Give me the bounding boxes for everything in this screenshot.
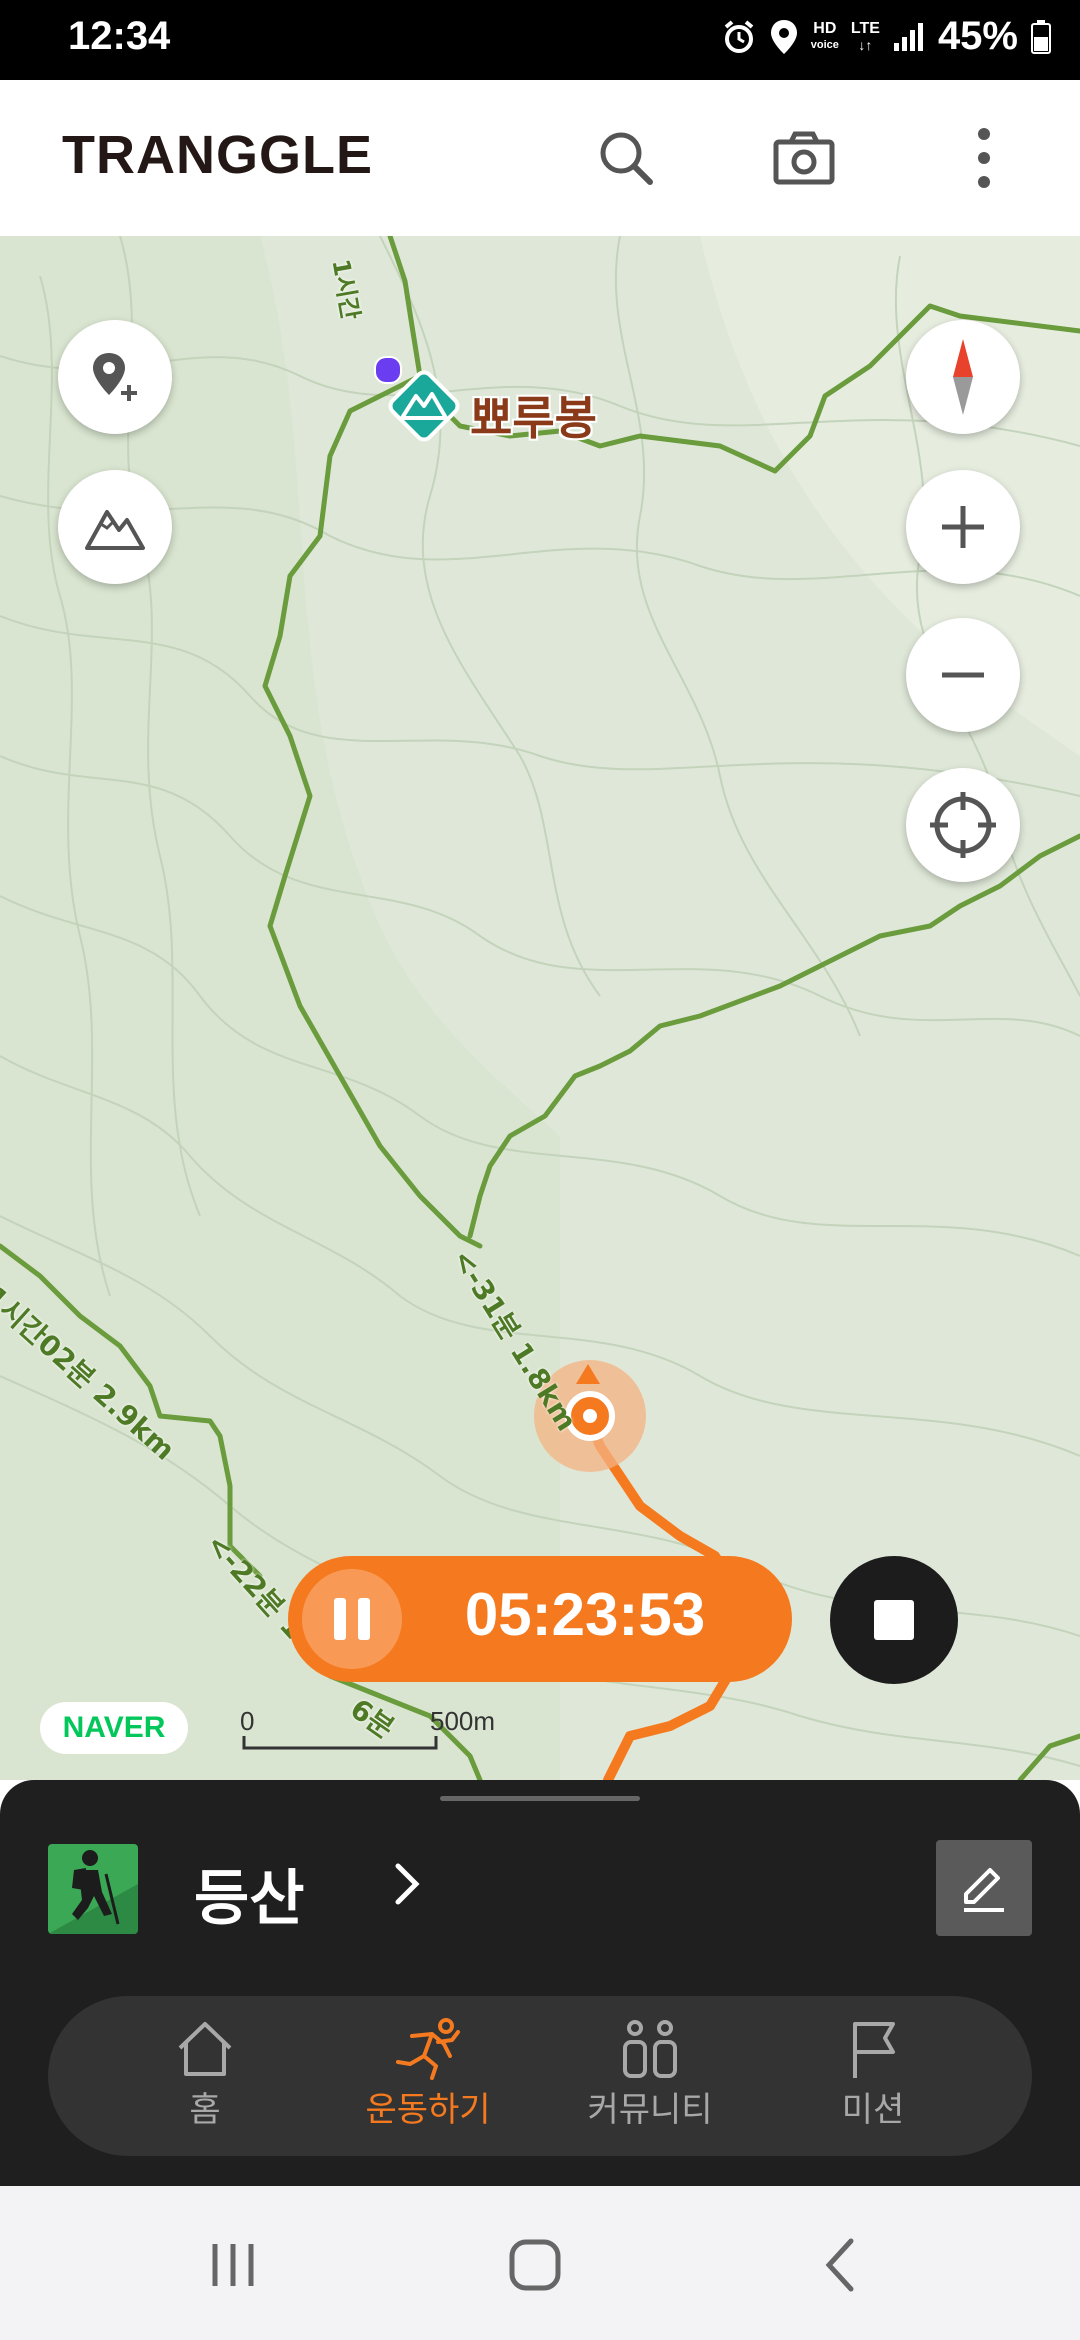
alarm-icon	[724, 19, 754, 53]
pause-button[interactable]	[302, 1569, 402, 1669]
nav-label-community: 커뮤니티	[587, 2090, 713, 2130]
activity-icon-box[interactable]	[48, 1844, 138, 1934]
map-view[interactable]: 1시간 <-31분 1.8km 1시간02분 2.9km <-22분 1. 6분…	[0, 236, 1080, 1780]
back-button[interactable]	[806, 2230, 876, 2300]
flag-icon	[853, 2022, 895, 2078]
hd-label: HD	[813, 19, 837, 37]
location-icon	[770, 19, 797, 54]
battery-percent: 45%	[937, 14, 1018, 58]
more-vertical-icon	[978, 128, 990, 188]
activity-chevron[interactable]	[392, 1862, 422, 1910]
zoom-out-button[interactable]	[906, 618, 1020, 732]
add-location-button[interactable]	[58, 320, 172, 434]
peak-name-label: 뾰루봉	[470, 391, 597, 445]
bottom-sheet: 등산 홈 운동하기 커뮤니티 미션	[0, 1780, 1080, 2186]
status-bar: 12:34 HD voice LTE ↓↑ 45%	[0, 0, 1080, 80]
lte-label: LTE	[850, 19, 880, 37]
elapsed-time: 05:23:53	[464, 1581, 706, 1648]
compass-button[interactable]	[906, 320, 1020, 434]
compass-icon	[953, 339, 973, 415]
running-icon	[396, 2018, 460, 2080]
app-logo: TRANGGLE	[62, 125, 373, 185]
stop-icon	[874, 1600, 914, 1640]
recents-icon	[212, 2244, 254, 2286]
nav-item-home[interactable]: 홈	[105, 2018, 305, 2138]
edit-icon	[964, 1868, 1004, 1912]
pause-icon	[334, 1598, 370, 1640]
recording-timer: 05:23:53	[288, 1556, 792, 1682]
nav-label-mission: 미션	[841, 2090, 905, 2130]
chevron-right-icon	[395, 1863, 420, 1905]
community-icon	[623, 2020, 677, 2078]
nav-item-community[interactable]: 커뮤니티	[550, 2018, 750, 2138]
map-scale: 0 500m	[240, 1706, 510, 1766]
home-nav-button[interactable]	[500, 2230, 570, 2300]
signal-icon	[893, 22, 923, 51]
home-icon	[178, 2022, 232, 2076]
hiking-icon	[48, 1850, 138, 1934]
search-icon	[600, 132, 653, 185]
add-location-icon	[93, 353, 137, 401]
zoom-in-icon	[942, 506, 984, 548]
stop-button[interactable]	[830, 1556, 958, 1684]
naver-attribution: NAVER	[40, 1702, 188, 1754]
peak-summit-badge	[374, 356, 402, 384]
home-circle-icon	[509, 2239, 561, 2291]
zoom-out-icon	[942, 672, 984, 678]
camera-button[interactable]	[764, 118, 844, 198]
nav-label-home: 홈	[189, 2090, 221, 2130]
status-icons: HD voice LTE ↓↑ 45%	[721, 14, 1052, 59]
system-nav-bar	[0, 2186, 1080, 2340]
recents-button[interactable]	[198, 2230, 268, 2300]
bottom-nav: 홈 운동하기 커뮤니티 미션	[48, 1996, 1032, 2156]
nav-item-exercise[interactable]: 운동하기	[328, 2018, 528, 2138]
activity-label[interactable]: 등산	[194, 1850, 304, 1937]
battery-icon	[1031, 19, 1051, 54]
more-button[interactable]	[944, 118, 1024, 198]
nav-label-exercise: 운동하기	[365, 2090, 491, 2130]
app-header: TRANGGLE	[0, 80, 1080, 236]
map-canvas	[0, 236, 1080, 1780]
edit-button[interactable]	[936, 1840, 1032, 1936]
locate-button[interactable]	[906, 768, 1020, 882]
mountain-icon	[85, 510, 145, 550]
search-button[interactable]	[586, 118, 666, 198]
scale-start: 0	[240, 1706, 255, 1736]
zoom-in-button[interactable]	[906, 470, 1020, 584]
camera-icon	[773, 131, 835, 185]
sheet-handle[interactable]	[440, 1796, 640, 1801]
peak-marker[interactable]	[374, 356, 464, 446]
status-time: 12:34	[68, 14, 171, 58]
back-icon	[825, 2238, 854, 2292]
nav-item-mission[interactable]: 미션	[773, 2018, 973, 2138]
lte-indicator: LTE ↓↑	[850, 19, 880, 53]
hd-voice-indicator: HD voice	[810, 19, 839, 53]
scale-end: 500m	[430, 1706, 496, 1736]
locate-icon	[930, 792, 996, 858]
terrain-button[interactable]	[58, 470, 172, 584]
voice-label: voice	[810, 38, 839, 51]
